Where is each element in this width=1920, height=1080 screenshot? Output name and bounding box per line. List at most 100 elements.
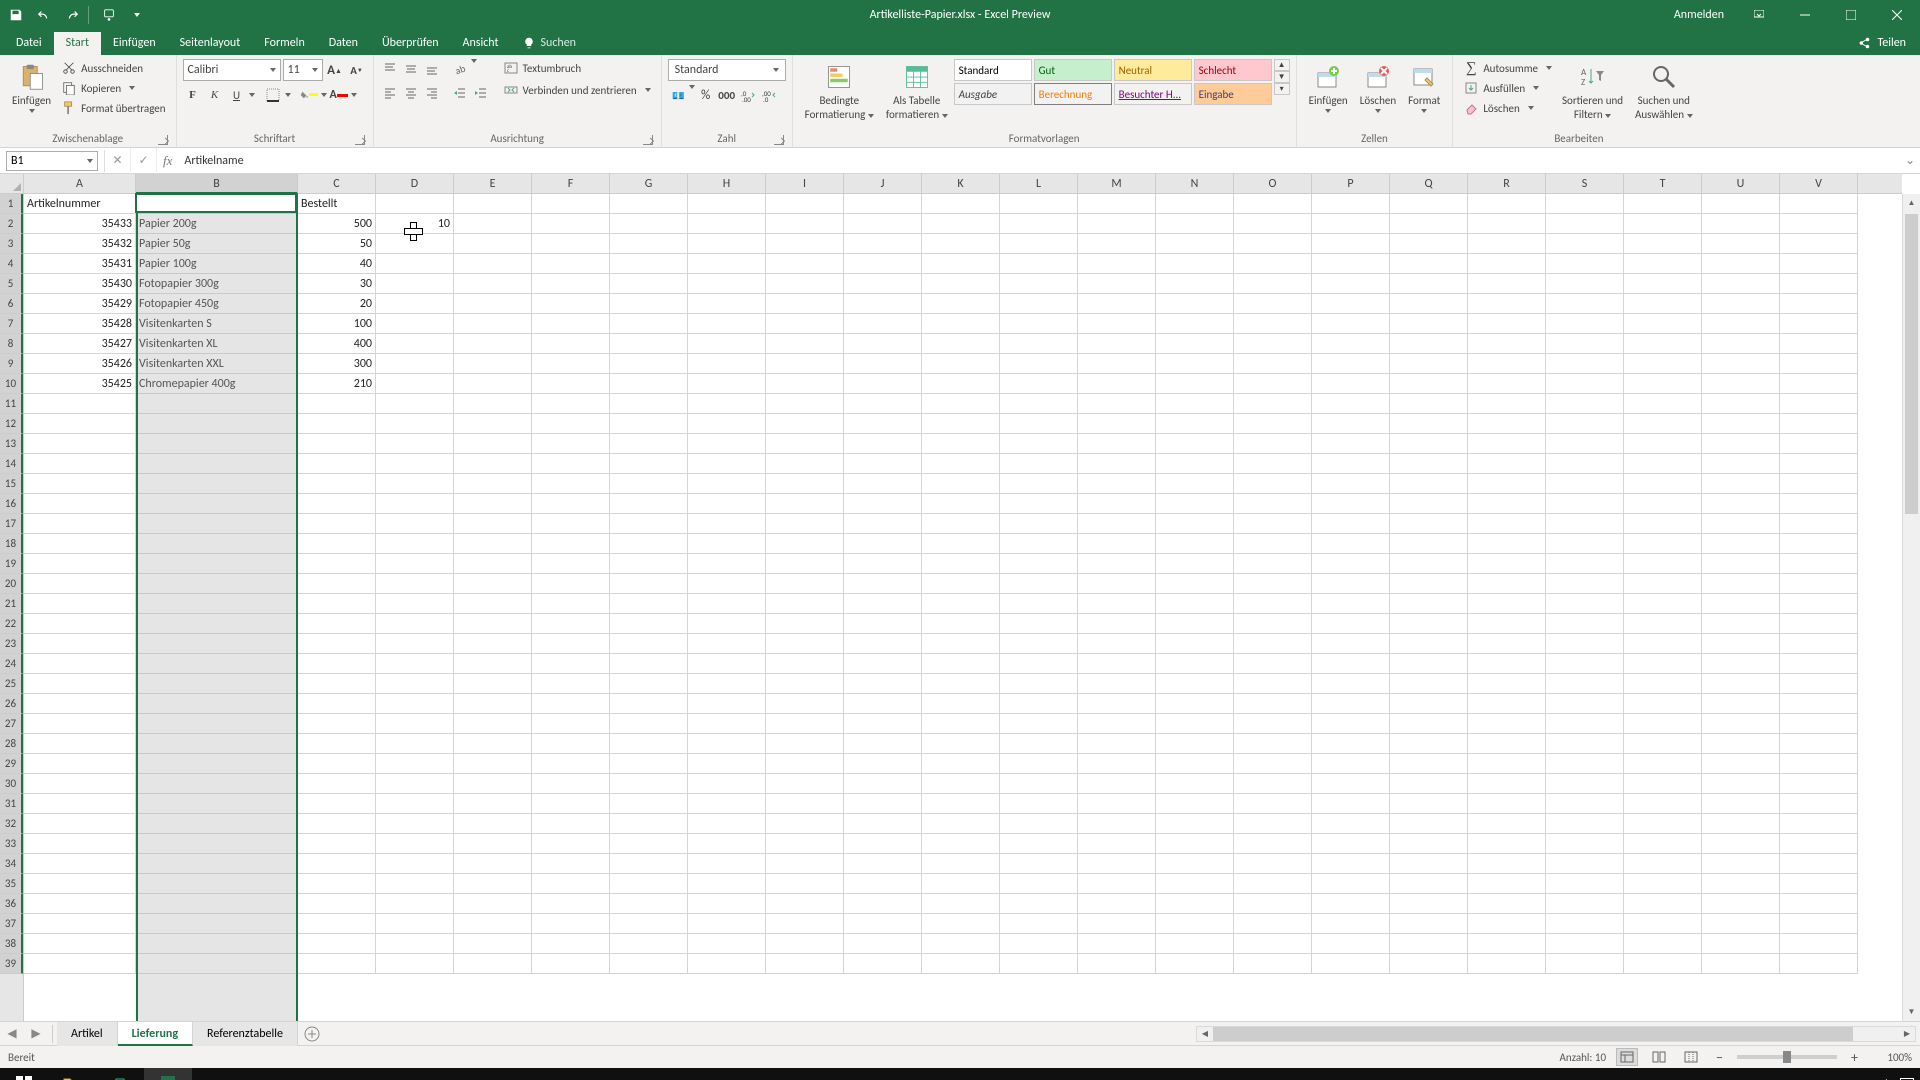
cell[interactable] — [1702, 914, 1780, 934]
column-header-U[interactable]: U — [1702, 174, 1780, 194]
cell[interactable] — [376, 954, 454, 974]
tab-start[interactable]: Start — [54, 32, 101, 55]
cell[interactable] — [1000, 614, 1078, 634]
decrease-font-button[interactable]: A▼ — [347, 60, 367, 80]
cell[interactable] — [1234, 234, 1312, 254]
cell[interactable] — [1390, 414, 1468, 434]
cell[interactable] — [454, 354, 532, 374]
cell[interactable] — [1156, 554, 1234, 574]
cell[interactable]: 35426 — [24, 354, 136, 374]
autosum-button[interactable]: ∑Autosumme — [1459, 59, 1556, 77]
cell[interactable] — [1624, 454, 1702, 474]
cell[interactable] — [1078, 214, 1156, 234]
cell[interactable] — [1546, 234, 1624, 254]
cell[interactable] — [532, 834, 610, 854]
cell[interactable] — [1234, 854, 1312, 874]
cell[interactable] — [922, 594, 1000, 614]
cell[interactable] — [1156, 234, 1234, 254]
cell[interactable] — [922, 314, 1000, 334]
cell[interactable] — [766, 194, 844, 214]
align-top-button[interactable] — [380, 59, 400, 79]
cell[interactable] — [1546, 414, 1624, 434]
cell[interactable] — [376, 194, 454, 214]
cell[interactable] — [376, 634, 454, 654]
cell[interactable] — [1624, 514, 1702, 534]
cell[interactable] — [1078, 834, 1156, 854]
column-header-O[interactable]: O — [1234, 174, 1312, 194]
cell[interactable] — [1390, 854, 1468, 874]
zoom-in-button[interactable]: + — [1847, 1049, 1862, 1066]
cell[interactable] — [532, 194, 610, 214]
row-header[interactable]: 17 — [0, 514, 23, 534]
cell[interactable] — [1780, 374, 1858, 394]
cell[interactable] — [532, 234, 610, 254]
cell[interactable] — [1780, 214, 1858, 234]
cell[interactable] — [1156, 814, 1234, 834]
cell[interactable] — [136, 694, 298, 714]
cell[interactable] — [1702, 814, 1780, 834]
cell[interactable]: Papier 200g — [136, 214, 298, 234]
cell[interactable] — [1624, 954, 1702, 974]
cell[interactable] — [454, 894, 532, 914]
chevron-down-icon[interactable] — [285, 93, 291, 97]
cell[interactable] — [1546, 214, 1624, 234]
underline-button[interactable]: U — [227, 85, 247, 105]
cell[interactable] — [1390, 754, 1468, 774]
cell[interactable]: 500 — [298, 214, 376, 234]
cell[interactable] — [24, 554, 136, 574]
cell[interactable] — [376, 334, 454, 354]
cell[interactable] — [688, 814, 766, 834]
cell[interactable] — [766, 414, 844, 434]
cell[interactable] — [1078, 774, 1156, 794]
cell[interactable] — [1390, 774, 1468, 794]
cell[interactable] — [532, 394, 610, 414]
cell[interactable]: Visitenkarten XXL — [136, 354, 298, 374]
cell[interactable] — [922, 274, 1000, 294]
dialog-launcher-icon[interactable] — [355, 135, 365, 145]
cell[interactable] — [1468, 674, 1546, 694]
cell[interactable] — [454, 934, 532, 954]
cell[interactable] — [1390, 954, 1468, 974]
cell[interactable] — [136, 474, 298, 494]
cell[interactable] — [532, 934, 610, 954]
cell[interactable] — [1624, 534, 1702, 554]
cell[interactable] — [1000, 534, 1078, 554]
scroll-up-icon[interactable]: ▲ — [1903, 194, 1920, 212]
cell[interactable] — [1780, 594, 1858, 614]
cell[interactable] — [136, 574, 298, 594]
taskbar[interactable]: X ˄ — [0, 1068, 1920, 1080]
cell[interactable] — [922, 394, 1000, 414]
row-header[interactable]: 21 — [0, 594, 23, 614]
cell[interactable] — [766, 374, 844, 394]
column-header-I[interactable]: I — [766, 174, 844, 194]
cell[interactable] — [1312, 194, 1390, 214]
cell[interactable] — [766, 814, 844, 834]
cell[interactable] — [1780, 734, 1858, 754]
cell[interactable] — [1000, 854, 1078, 874]
cell[interactable] — [1624, 834, 1702, 854]
undo-icon[interactable] — [32, 3, 56, 27]
row-header[interactable]: 30 — [0, 774, 23, 794]
cell[interactable] — [1468, 694, 1546, 714]
cell[interactable] — [1780, 954, 1858, 974]
chevron-down-icon[interactable] — [351, 93, 357, 97]
cell[interactable] — [1000, 214, 1078, 234]
cell[interactable] — [1000, 674, 1078, 694]
cell[interactable] — [136, 614, 298, 634]
cell[interactable] — [1234, 894, 1312, 914]
cell[interactable] — [688, 494, 766, 514]
dialog-launcher-icon[interactable] — [158, 135, 168, 145]
cell[interactable] — [1468, 954, 1546, 974]
cell[interactable] — [1156, 214, 1234, 234]
cell[interactable] — [1312, 454, 1390, 474]
cell[interactable] — [1390, 834, 1468, 854]
cell[interactable] — [1702, 514, 1780, 534]
cell[interactable]: Papier 50g — [136, 234, 298, 254]
column-header-R[interactable]: R — [1468, 174, 1546, 194]
cell[interactable] — [1780, 454, 1858, 474]
cell[interactable] — [298, 934, 376, 954]
column-header-E[interactable]: E — [454, 174, 532, 194]
cell[interactable] — [1624, 594, 1702, 614]
cell[interactable] — [136, 714, 298, 734]
cell[interactable] — [922, 874, 1000, 894]
